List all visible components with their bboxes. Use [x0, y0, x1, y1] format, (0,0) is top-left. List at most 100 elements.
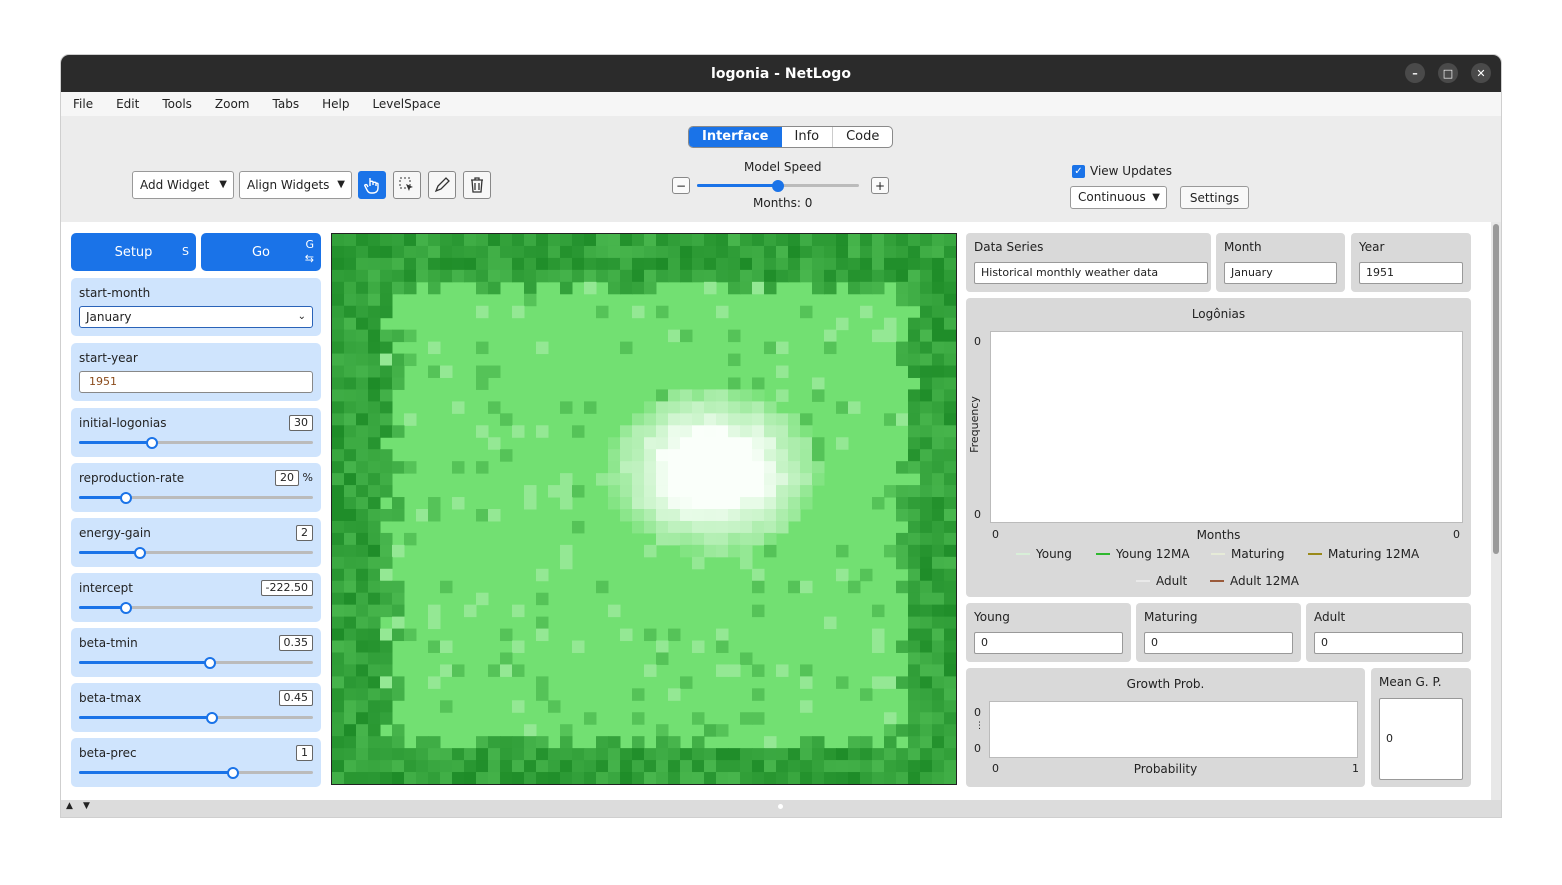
patch [788, 473, 801, 486]
update-mode-dropdown[interactable]: Continuous ▼ [1070, 186, 1167, 209]
patch [536, 676, 549, 689]
scrollbar-thumb[interactable] [1493, 224, 1499, 554]
patch [728, 497, 741, 510]
patch [896, 509, 909, 522]
slider-value[interactable]: 0.45 [278, 690, 313, 706]
slider-knob[interactable] [120, 602, 132, 614]
tab-code[interactable]: Code [832, 127, 892, 147]
menu-file[interactable]: File [73, 97, 104, 111]
patch [836, 401, 849, 414]
speed-increase-button[interactable]: + [871, 177, 889, 194]
slider-beta-tmin[interactable]: beta-tmin 0.35 [71, 628, 321, 677]
vertical-scrollbar[interactable] [1491, 222, 1501, 800]
patch [356, 377, 369, 390]
patch [764, 736, 777, 749]
patch [920, 329, 933, 343]
patch [500, 772, 513, 784]
patch [764, 485, 777, 498]
patch [332, 676, 345, 689]
add-widget-dropdown[interactable]: Add Widget ▼ [132, 171, 234, 199]
start-year-input[interactable]: 1951 [79, 371, 313, 393]
patch [368, 365, 381, 378]
edit-tool-button[interactable] [428, 171, 456, 199]
patch [332, 497, 345, 510]
netlogo-window: logonia - NetLogo – □ ✕ File Edit Tools … [61, 55, 1501, 817]
slider-knob[interactable] [204, 657, 216, 669]
patch [392, 497, 405, 510]
select-tool-button[interactable] [393, 171, 421, 199]
slider-knob[interactable] [134, 547, 146, 559]
slider-value[interactable]: 30 [289, 415, 313, 431]
slider-beta-prec[interactable]: beta-prec 1 [71, 738, 321, 787]
menu-tools[interactable]: Tools [162, 97, 203, 111]
slider-value[interactable]: 2 [296, 525, 313, 541]
slider-initial-logonias[interactable]: initial-logonias 30 [71, 408, 321, 457]
slider-value[interactable]: -222.50 [260, 580, 313, 596]
patch [524, 281, 537, 295]
patch [932, 269, 945, 283]
delete-tool-button[interactable] [463, 171, 491, 199]
patch [716, 772, 729, 784]
logonias-plot-ymax: 0 [974, 335, 981, 348]
menu-help[interactable]: Help [322, 97, 360, 111]
patch [356, 664, 369, 677]
settings-button[interactable]: Settings [1180, 186, 1249, 209]
patch [752, 688, 765, 701]
interact-tool-button[interactable] [358, 171, 386, 199]
world-view[interactable] [331, 233, 957, 785]
minimize-icon[interactable]: – [1405, 63, 1425, 83]
slider-intercept[interactable]: intercept -222.50 [71, 573, 321, 622]
speed-decrease-button[interactable]: − [672, 177, 690, 194]
slider-knob[interactable] [146, 437, 158, 449]
patch [524, 772, 537, 784]
menu-levelspace[interactable]: LevelSpace [372, 97, 451, 111]
align-widgets-dropdown[interactable]: Align Widgets ▼ [239, 171, 352, 199]
menu-zoom[interactable]: Zoom [215, 97, 261, 111]
splitter-handle-icon[interactable] [778, 804, 783, 809]
slider-value[interactable]: 0.35 [278, 635, 313, 651]
slider-knob[interactable] [227, 767, 239, 779]
start-month-select[interactable]: January ⌄ [79, 306, 313, 328]
patch [884, 234, 897, 247]
collapse-up-icon[interactable]: ▲ [66, 801, 73, 811]
patch [944, 568, 956, 582]
patch [668, 257, 681, 271]
tab-interface[interactable]: Interface [689, 127, 782, 147]
patch [356, 712, 369, 725]
patch [944, 628, 956, 642]
view-updates-checkbox[interactable]: ✓ [1072, 165, 1085, 178]
patch [404, 353, 417, 367]
patch [932, 616, 945, 630]
patch [332, 425, 345, 438]
command-center-splitter[interactable]: ▲ ▼ [61, 800, 1501, 817]
patch [332, 760, 345, 773]
patch [728, 281, 741, 295]
close-icon[interactable]: ✕ [1471, 63, 1491, 83]
expand-down-icon[interactable]: ▼ [83, 801, 90, 811]
tab-info[interactable]: Info [782, 127, 833, 147]
patch [944, 652, 956, 665]
menu-tabs[interactable]: Tabs [273, 97, 311, 111]
patch [704, 245, 717, 259]
setup-button[interactable]: Setup S [71, 233, 196, 271]
slider-knob[interactable] [206, 712, 218, 724]
patch [572, 748, 585, 761]
patch [344, 640, 357, 653]
patch [728, 473, 741, 486]
menu-edit[interactable]: Edit [116, 97, 150, 111]
slider-knob[interactable] [120, 492, 132, 504]
slider-value[interactable]: 20 [275, 470, 299, 486]
patch [428, 234, 441, 247]
slider-beta-tmax[interactable]: beta-tmax 0.45 [71, 683, 321, 732]
start-month-chooser[interactable]: start-month January ⌄ [71, 278, 321, 336]
slider-value[interactable]: 1 [296, 745, 313, 761]
slider-reproduction-rate[interactable]: reproduction-rate 20 % [71, 463, 321, 512]
patch [932, 568, 945, 582]
speed-slider-knob[interactable] [772, 180, 784, 192]
slider-energy-gain[interactable]: energy-gain 2 [71, 518, 321, 567]
go-button[interactable]: Go G ⇆ [201, 233, 321, 271]
patch [860, 305, 873, 319]
patch [824, 245, 837, 259]
patch [344, 305, 357, 319]
maximize-icon[interactable]: □ [1438, 63, 1458, 83]
